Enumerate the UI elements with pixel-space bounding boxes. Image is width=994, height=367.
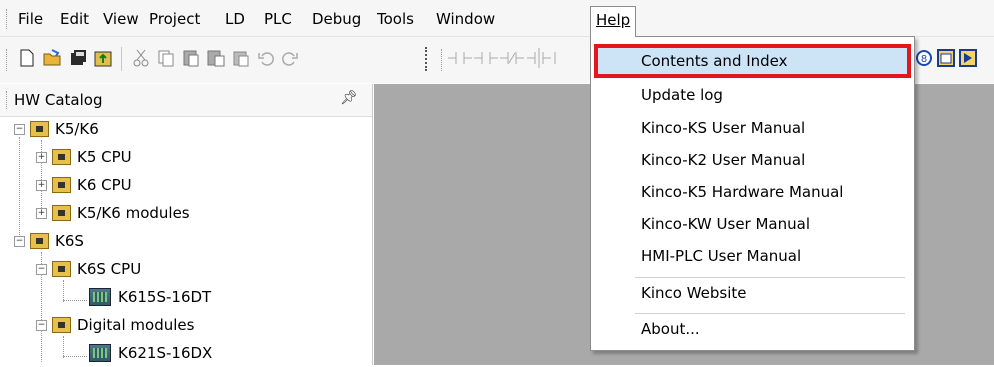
menu-item-kinco-k2-manual[interactable]: Kinco-K2 User Manual bbox=[597, 146, 908, 174]
menubar-grip[interactable] bbox=[6, 9, 9, 29]
menu-tools[interactable]: Tools bbox=[372, 8, 419, 30]
folder-icon bbox=[52, 205, 71, 221]
menu-item-kinco-website[interactable]: Kinco Website bbox=[597, 279, 908, 307]
folder-icon bbox=[52, 261, 71, 277]
menu-item-kinco-kw-manual[interactable]: Kinco-KW User Manual bbox=[597, 210, 908, 238]
tree-node-k6-cpu[interactable]: + K6 CPU bbox=[0, 173, 372, 199]
paste-icon[interactable] bbox=[181, 48, 201, 68]
toolbar-grip-2[interactable] bbox=[441, 49, 444, 71]
toolbar-grip[interactable] bbox=[6, 49, 9, 71]
module-icon bbox=[89, 288, 111, 306]
branch-icon[interactable] bbox=[527, 48, 551, 68]
paste-replace-icon[interactable] bbox=[231, 48, 251, 68]
save-all-icon[interactable] bbox=[68, 48, 88, 68]
cut-icon[interactable] bbox=[131, 48, 151, 68]
menu-bar: File Edit View Project LD PLC Debug Tool… bbox=[0, 0, 994, 37]
tree-node-digital-modules[interactable]: − Digital modules bbox=[0, 313, 372, 339]
tree-node-k5-cpu[interactable]: + K5 CPU bbox=[0, 145, 372, 171]
menu-item-kinco-k5-hardware-manual[interactable]: Kinco-K5 Hardware Manual bbox=[597, 178, 908, 206]
folder-icon bbox=[52, 177, 71, 193]
coil-icon[interactable] bbox=[552, 48, 562, 68]
menu-window[interactable]: Window bbox=[431, 8, 500, 30]
copy-icon[interactable] bbox=[156, 48, 176, 68]
tree-node-k5k6[interactable]: − K5/K6 bbox=[0, 117, 372, 143]
svg-text:8: 8 bbox=[921, 54, 927, 65]
redo-icon[interactable] bbox=[280, 48, 300, 68]
menu-item-kinco-ks-manual[interactable]: Kinco-KS User Manual bbox=[597, 114, 908, 142]
menu-project[interactable]: Project bbox=[144, 8, 205, 30]
expand-icon[interactable]: + bbox=[36, 208, 47, 219]
open-folder-icon[interactable] bbox=[42, 48, 62, 68]
folder-icon bbox=[30, 121, 49, 137]
menu-item-hmi-plc-manual[interactable]: HMI-PLC User Manual bbox=[597, 242, 908, 270]
contact-no-icon[interactable] bbox=[474, 48, 498, 68]
panel-grip[interactable] bbox=[6, 91, 9, 109]
menu-separator bbox=[635, 313, 905, 314]
window-icon[interactable] bbox=[936, 48, 956, 68]
tree-node-k621s-16dx[interactable]: K621S-16DX bbox=[0, 341, 372, 367]
hw-catalog-panel: HW Catalog 📌︎ − K5/K6 + K5 CPU + K6 CPU … bbox=[0, 84, 373, 365]
menu-item-update-log[interactable]: Update log bbox=[597, 81, 908, 109]
upload-icon[interactable] bbox=[93, 48, 113, 68]
module-icon bbox=[89, 344, 111, 362]
help-dropdown-menu: Contents and Index Update log Kinco-KS U… bbox=[590, 36, 915, 351]
collapse-icon[interactable]: − bbox=[36, 320, 47, 331]
menu-help[interactable]: Help bbox=[590, 6, 637, 37]
tree-node-k6s-cpu[interactable]: − K6S CPU bbox=[0, 257, 372, 283]
menu-edit[interactable]: Edit bbox=[55, 8, 94, 30]
toolbar-overflow-grip[interactable] bbox=[425, 47, 429, 71]
new-file-icon[interactable] bbox=[17, 48, 37, 68]
paste-special-icon[interactable] bbox=[206, 48, 226, 68]
collapse-icon[interactable]: − bbox=[14, 236, 25, 247]
menu-separator bbox=[635, 277, 905, 278]
toolbar-separator bbox=[121, 47, 122, 71]
monitor-icon[interactable]: 8 bbox=[914, 48, 934, 68]
menu-debug[interactable]: Debug bbox=[307, 8, 366, 30]
menu-item-about[interactable]: About... bbox=[597, 315, 908, 343]
undo-icon[interactable] bbox=[256, 48, 276, 68]
expand-icon[interactable]: + bbox=[36, 152, 47, 163]
folder-icon bbox=[30, 233, 49, 249]
collapse-icon[interactable]: − bbox=[36, 264, 47, 275]
tree-node-k6s[interactable]: − K6S bbox=[0, 229, 372, 255]
menu-ld[interactable]: LD bbox=[220, 8, 250, 30]
hw-catalog-title: HW Catalog bbox=[14, 91, 103, 109]
pin-icon[interactable]: 📌︎ bbox=[340, 90, 358, 106]
tree-node-k615s-16dt[interactable]: K615S-16DT bbox=[0, 285, 372, 311]
collapse-icon[interactable]: − bbox=[14, 124, 25, 135]
hw-catalog-header: HW Catalog 📌︎ bbox=[0, 84, 372, 117]
menu-file[interactable]: File bbox=[13, 8, 48, 30]
menu-view[interactable]: View bbox=[98, 8, 144, 30]
folder-icon bbox=[52, 149, 71, 165]
run-icon[interactable] bbox=[958, 48, 978, 68]
contact-icon[interactable] bbox=[448, 48, 472, 68]
contact-nc-icon[interactable] bbox=[500, 48, 524, 68]
expand-icon[interactable]: + bbox=[36, 180, 47, 191]
tree-node-k5k6-modules[interactable]: + K5/K6 modules bbox=[0, 201, 372, 227]
folder-icon bbox=[52, 317, 71, 333]
menu-item-contents-and-index[interactable]: Contents and Index bbox=[594, 44, 911, 78]
menu-plc[interactable]: PLC bbox=[259, 8, 297, 30]
